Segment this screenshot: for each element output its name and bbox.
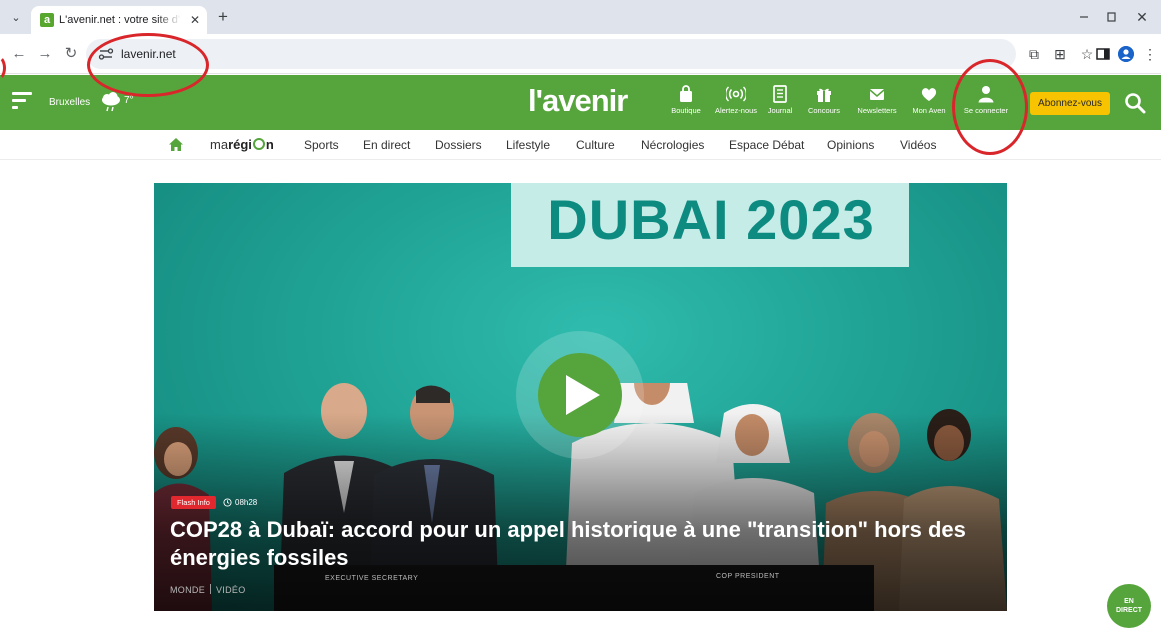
annotation-circle-login [952,59,1028,155]
play-icon[interactable] [566,375,600,415]
gift-icon [817,88,831,102]
header-item-journal[interactable]: Journal [765,85,795,125]
tab-title: L'avenir.net : votre site d'actualité [59,14,181,26]
live-badge-line1: EN [1124,598,1134,605]
ma-region-prefix: ma [210,137,229,152]
tag-video[interactable]: VIDÉO [216,585,246,595]
header-item-newsletters[interactable]: Newsletters [852,85,902,125]
header-item-mon-aven[interactable]: Mon Aven [907,85,951,125]
ma-region-link[interactable]: marégi n [210,136,274,154]
browser-tab-bar: ⌄ a L'avenir.net : votre site d'actualit… [0,0,1161,34]
tab-close-icon[interactable]: ✕ [188,13,202,27]
signal-icon [726,86,746,102]
article-tags: MONDE VIDÉO [170,584,246,596]
nav-link-sports[interactable]: Sports [304,137,339,153]
search-icon[interactable] [1124,92,1146,114]
location-pin-icon [252,138,265,150]
event-banner-text: DUBAI 2023 [547,188,875,251]
tag-separator [210,584,211,594]
shopping-bag-icon [680,85,692,102]
home-icon[interactable] [168,137,184,152]
envelope-icon [869,89,885,100]
header-item-label: Mon Aven [912,106,946,115]
site-favicon-icon: a [40,13,54,27]
nav-link-culture[interactable]: Culture [576,137,615,153]
header-item-label: Alertez-nous [714,106,758,115]
tab-search-chevron-icon[interactable]: ⌄ [8,10,24,26]
hero-video-card[interactable]: DUBAI 2023 EXECUTIVE SECRETARY COP PRESI… [154,183,1007,611]
live-direct-button[interactable]: EN DIRECT [1107,584,1151,628]
podium-label-right: COP PRESIDENT [716,573,780,580]
nav-link-videos[interactable]: Vidéos [900,137,936,153]
address-bar[interactable]: lavenir.net [86,39,1016,69]
article-time: 08h28 [235,498,258,507]
menu-hamburger-icon[interactable] [12,91,34,111]
header-item-concours[interactable]: Concours [803,85,845,125]
nav-link-en-direct[interactable]: En direct [363,137,410,153]
side-panel-icon[interactable] [1095,46,1111,62]
header-item-label: Newsletters [857,106,897,115]
window-maximize-icon[interactable] [1103,9,1119,25]
browser-menu-icon[interactable]: ⋮ [1141,45,1159,63]
live-badge-line2: DIRECT [1115,607,1143,614]
cloud-rain-icon [102,92,120,112]
nav-link-espace-debat[interactable]: Espace Débat [729,137,804,153]
profile-avatar-icon[interactable] [1118,46,1134,62]
back-arrow-icon[interactable]: ← [10,45,28,63]
window-close-icon[interactable]: ✕ [1134,9,1150,25]
subscribe-button[interactable]: Abonnez-vous [1030,92,1110,115]
header-item-label: Boutique [671,106,701,115]
window-minimize-icon[interactable] [1076,9,1092,25]
header-item-boutique[interactable]: Boutique [664,85,708,125]
newspaper-icon [773,85,787,103]
site-logo[interactable]: l'avenir [528,82,648,120]
article-headline[interactable]: COP28 à Dubaï: accord pour un appel hist… [170,516,1000,572]
nav-link-dossiers[interactable]: Dossiers [435,137,482,153]
nav-link-opinions[interactable]: Opinions [827,137,874,153]
annotation-circle-url [87,33,209,97]
tag-monde[interactable]: MONDE [170,585,205,595]
forward-arrow-icon[interactable]: → [36,45,54,63]
nav-link-necrologies[interactable]: Nécrologies [641,137,704,153]
weather-temperature: 7° [124,95,134,106]
clock-icon [223,498,232,507]
translate-icon[interactable]: ⊞ [1051,45,1069,63]
header-item-label: Concours [807,106,841,115]
weather-city: Bruxelles [49,97,91,108]
header-item-label: Journal [767,106,793,115]
flash-info-badge: Flash Info [171,496,216,509]
reload-icon[interactable]: ↻ [62,45,80,63]
nav-link-lifestyle[interactable]: Lifestyle [506,137,550,153]
new-tab-button[interactable]: + [214,8,232,26]
podium-label-left: EXECUTIVE SECRETARY [325,575,419,582]
install-app-icon[interactable]: ⧉ [1025,45,1043,63]
bookmark-star-icon[interactable]: ☆ [1078,45,1096,63]
browser-tab[interactable]: a L'avenir.net : votre site d'actualité … [31,6,207,34]
header-item-alertez-nous[interactable]: Alertez-nous [711,85,761,125]
heart-icon [921,88,937,101]
ma-region-word-a: régi [228,137,252,152]
ma-region-word-b: n [265,137,274,152]
